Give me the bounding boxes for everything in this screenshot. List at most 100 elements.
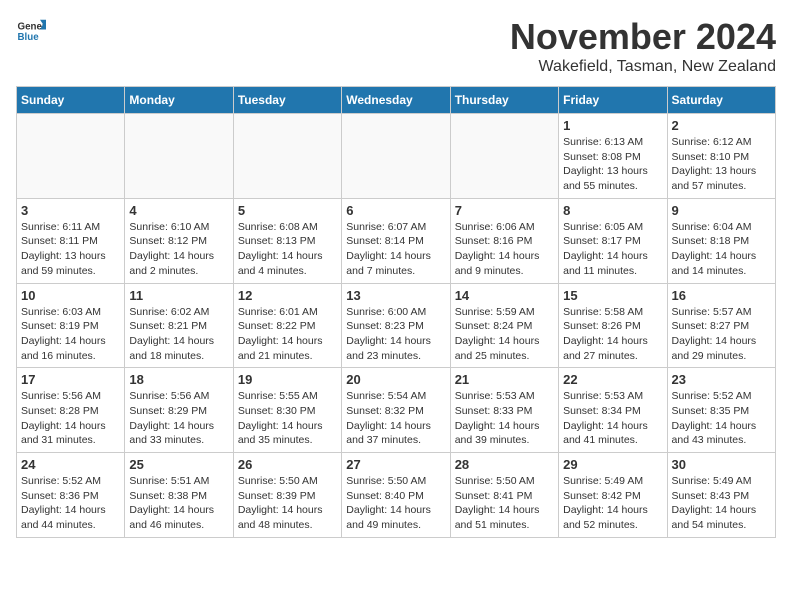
day-info: Sunrise: 5:49 AM Sunset: 8:42 PM Dayligh… — [563, 474, 662, 533]
calendar-cell: 20 Sunrise: 5:54 AM Sunset: 8:32 PM Dayli… — [342, 368, 450, 453]
calendar-cell: 13Sunrise: 6:00 AM Sunset: 8:23 PM Dayli… — [342, 283, 450, 368]
day-info: Sunrise: 6:03 AM Sunset: 8:19 PM Dayligh… — [21, 305, 120, 364]
day-info: Sunrise: 5:54 AM Sunset: 8:32 PM Dayligh… — [346, 389, 445, 448]
calendar-cell — [342, 114, 450, 199]
day-info: Sunrise: 5:56 AM Sunset: 8:28 PM Dayligh… — [21, 389, 120, 448]
calendar-week-row: 17 Sunrise: 5:56 AM Sunset: 8:28 PM Dayli… — [17, 368, 776, 453]
day-info: Sunrise: 6:01 AM Sunset: 8:22 PM Dayligh… — [238, 305, 337, 364]
calendar-week-row: 1 Sunrise: 6:13 AM Sunset: 8:08 PM Daylig… — [17, 114, 776, 199]
calendar-week-row: 24 Sunrise: 5:52 AM Sunset: 8:36 PM Dayli… — [17, 453, 776, 538]
day-number: 2 — [672, 118, 771, 133]
calendar-cell: 18 Sunrise: 5:56 AM Sunset: 8:29 PM Dayli… — [125, 368, 233, 453]
calendar-cell: 23Sunrise: 5:52 AM Sunset: 8:35 PM Dayli… — [667, 368, 775, 453]
calendar-cell: 26Sunrise: 5:50 AM Sunset: 8:39 PM Dayli… — [233, 453, 341, 538]
month-title: November 2024 — [510, 16, 776, 58]
calendar-week-row: 3 Sunrise: 6:11 AM Sunset: 8:11 PM Daylig… — [17, 198, 776, 283]
day-info: Sunrise: 6:02 AM Sunset: 8:21 PM Dayligh… — [129, 305, 228, 364]
day-number: 14 — [455, 288, 554, 303]
calendar-cell — [450, 114, 558, 199]
header: General Blue November 2024 Wakefield, Ta… — [16, 16, 776, 76]
day-info: Sunrise: 5:50 AM Sunset: 8:39 PM Dayligh… — [238, 474, 337, 533]
day-number: 20 — [346, 372, 445, 387]
calendar-cell: 16 Sunrise: 5:57 AM Sunset: 8:27 PM Dayli… — [667, 283, 775, 368]
day-number: 5 — [238, 203, 337, 218]
day-number: 16 — [672, 288, 771, 303]
day-info: Sunrise: 5:59 AM Sunset: 8:24 PM Dayligh… — [455, 305, 554, 364]
calendar-cell: 25 Sunrise: 5:51 AM Sunset: 8:38 PM Dayli… — [125, 453, 233, 538]
day-info: Sunrise: 6:07 AM Sunset: 8:14 PM Dayligh… — [346, 220, 445, 279]
calendar-cell: 28Sunrise: 5:50 AM Sunset: 8:41 PM Dayli… — [450, 453, 558, 538]
calendar-cell: 30 Sunrise: 5:49 AM Sunset: 8:43 PM Dayli… — [667, 453, 775, 538]
calendar-cell: 9Sunrise: 6:04 AM Sunset: 8:18 PM Daylig… — [667, 198, 775, 283]
calendar: SundayMondayTuesdayWednesdayThursdayFrid… — [16, 86, 776, 538]
day-number: 27 — [346, 457, 445, 472]
day-info: Sunrise: 6:10 AM Sunset: 8:12 PM Dayligh… — [129, 220, 228, 279]
day-info: Sunrise: 5:53 AM Sunset: 8:34 PM Dayligh… — [563, 389, 662, 448]
day-number: 6 — [346, 203, 445, 218]
weekday-header-cell: Wednesday — [342, 87, 450, 114]
day-info: Sunrise: 5:49 AM Sunset: 8:43 PM Dayligh… — [672, 474, 771, 533]
day-number: 17 — [21, 372, 120, 387]
weekday-header: SundayMondayTuesdayWednesdayThursdayFrid… — [17, 87, 776, 114]
calendar-cell: 3 Sunrise: 6:11 AM Sunset: 8:11 PM Daylig… — [17, 198, 125, 283]
calendar-cell: 5Sunrise: 6:08 AM Sunset: 8:13 PM Daylig… — [233, 198, 341, 283]
title-area: November 2024 Wakefield, Tasman, New Zea… — [510, 16, 776, 76]
day-info: Sunrise: 5:56 AM Sunset: 8:29 PM Dayligh… — [129, 389, 228, 448]
calendar-cell: 29Sunrise: 5:49 AM Sunset: 8:42 PM Dayli… — [559, 453, 667, 538]
day-info: Sunrise: 6:12 AM Sunset: 8:10 PM Dayligh… — [672, 135, 771, 194]
calendar-body: 1 Sunrise: 6:13 AM Sunset: 8:08 PM Daylig… — [17, 114, 776, 538]
day-number: 25 — [129, 457, 228, 472]
day-info: Sunrise: 6:00 AM Sunset: 8:23 PM Dayligh… — [346, 305, 445, 364]
day-info: Sunrise: 6:13 AM Sunset: 8:08 PM Dayligh… — [563, 135, 662, 194]
calendar-cell: 6 Sunrise: 6:07 AM Sunset: 8:14 PM Daylig… — [342, 198, 450, 283]
day-number: 24 — [21, 457, 120, 472]
weekday-header-cell: Friday — [559, 87, 667, 114]
day-info: Sunrise: 5:52 AM Sunset: 8:36 PM Dayligh… — [21, 474, 120, 533]
day-info: Sunrise: 5:50 AM Sunset: 8:40 PM Dayligh… — [346, 474, 445, 533]
logo-icon: General Blue — [16, 16, 46, 46]
location-title: Wakefield, Tasman, New Zealand — [510, 58, 776, 76]
day-number: 12 — [238, 288, 337, 303]
calendar-week-row: 10 Sunrise: 6:03 AM Sunset: 8:19 PM Dayli… — [17, 283, 776, 368]
day-number: 28 — [455, 457, 554, 472]
calendar-cell — [17, 114, 125, 199]
day-number: 1 — [563, 118, 662, 133]
day-info: Sunrise: 6:11 AM Sunset: 8:11 PM Dayligh… — [21, 220, 120, 279]
day-info: Sunrise: 5:53 AM Sunset: 8:33 PM Dayligh… — [455, 389, 554, 448]
weekday-header-cell: Saturday — [667, 87, 775, 114]
calendar-cell — [233, 114, 341, 199]
calendar-cell: 17 Sunrise: 5:56 AM Sunset: 8:28 PM Dayli… — [17, 368, 125, 453]
calendar-cell: 1 Sunrise: 6:13 AM Sunset: 8:08 PM Daylig… — [559, 114, 667, 199]
calendar-cell — [125, 114, 233, 199]
day-number: 11 — [129, 288, 228, 303]
day-number: 30 — [672, 457, 771, 472]
weekday-header-cell: Tuesday — [233, 87, 341, 114]
day-info: Sunrise: 5:51 AM Sunset: 8:38 PM Dayligh… — [129, 474, 228, 533]
calendar-cell: 2 Sunrise: 6:12 AM Sunset: 8:10 PM Daylig… — [667, 114, 775, 199]
calendar-cell: 24 Sunrise: 5:52 AM Sunset: 8:36 PM Dayli… — [17, 453, 125, 538]
day-number: 8 — [563, 203, 662, 218]
day-number: 3 — [21, 203, 120, 218]
calendar-cell: 4Sunrise: 6:10 AM Sunset: 8:12 PM Daylig… — [125, 198, 233, 283]
weekday-header-cell: Monday — [125, 87, 233, 114]
calendar-cell: 10 Sunrise: 6:03 AM Sunset: 8:19 PM Dayli… — [17, 283, 125, 368]
calendar-cell: 15Sunrise: 5:58 AM Sunset: 8:26 PM Dayli… — [559, 283, 667, 368]
day-info: Sunrise: 5:55 AM Sunset: 8:30 PM Dayligh… — [238, 389, 337, 448]
day-info: Sunrise: 5:57 AM Sunset: 8:27 PM Dayligh… — [672, 305, 771, 364]
calendar-cell: 21Sunrise: 5:53 AM Sunset: 8:33 PM Dayli… — [450, 368, 558, 453]
day-number: 7 — [455, 203, 554, 218]
calendar-cell: 8Sunrise: 6:05 AM Sunset: 8:17 PM Daylig… — [559, 198, 667, 283]
day-number: 18 — [129, 372, 228, 387]
calendar-cell: 19Sunrise: 5:55 AM Sunset: 8:30 PM Dayli… — [233, 368, 341, 453]
calendar-cell: 14 Sunrise: 5:59 AM Sunset: 8:24 PM Dayli… — [450, 283, 558, 368]
day-number: 10 — [21, 288, 120, 303]
calendar-cell: 12 Sunrise: 6:01 AM Sunset: 8:22 PM Dayli… — [233, 283, 341, 368]
weekday-header-cell: Thursday — [450, 87, 558, 114]
weekday-header-cell: Sunday — [17, 87, 125, 114]
calendar-cell: 11 Sunrise: 6:02 AM Sunset: 8:21 PM Dayli… — [125, 283, 233, 368]
day-info: Sunrise: 5:58 AM Sunset: 8:26 PM Dayligh… — [563, 305, 662, 364]
day-number: 22 — [563, 372, 662, 387]
calendar-cell: 27 Sunrise: 5:50 AM Sunset: 8:40 PM Dayli… — [342, 453, 450, 538]
day-info: Sunrise: 5:52 AM Sunset: 8:35 PM Dayligh… — [672, 389, 771, 448]
svg-text:Blue: Blue — [18, 32, 40, 43]
